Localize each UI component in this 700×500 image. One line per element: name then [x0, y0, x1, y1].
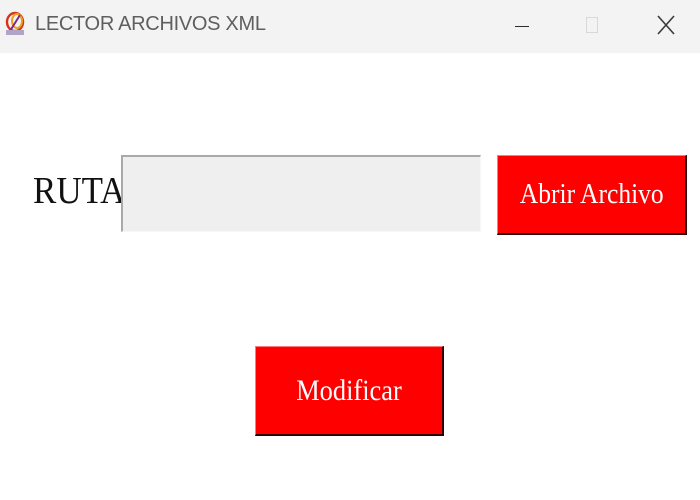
title-bar[interactable]: LECTOR ARCHIVOS XML	[0, 0, 700, 53]
modify-button-label: Modificar	[296, 373, 402, 407]
window-title: LECTOR ARCHIVOS XML	[35, 13, 266, 35]
minimize-icon	[515, 26, 529, 27]
close-button[interactable]	[630, 0, 700, 53]
modify-button[interactable]: Modificar	[255, 346, 444, 436]
close-icon	[657, 15, 675, 35]
minimize-button[interactable]	[488, 0, 558, 53]
app-window: LECTOR ARCHIVOS XML RUTA Abrir Archivo M…	[0, 0, 700, 500]
maximize-icon	[586, 17, 598, 33]
maximize-button[interactable]	[558, 0, 628, 53]
app-logo-icon	[4, 11, 28, 37]
main-content: RUTA Abrir Archivo Modificar	[0, 53, 700, 500]
open-file-button-label: Abrir Archivo	[519, 178, 664, 210]
ruta-label: RUTA	[33, 170, 126, 212]
ruta-input[interactable]	[121, 155, 481, 232]
open-file-button[interactable]: Abrir Archivo	[497, 155, 687, 235]
